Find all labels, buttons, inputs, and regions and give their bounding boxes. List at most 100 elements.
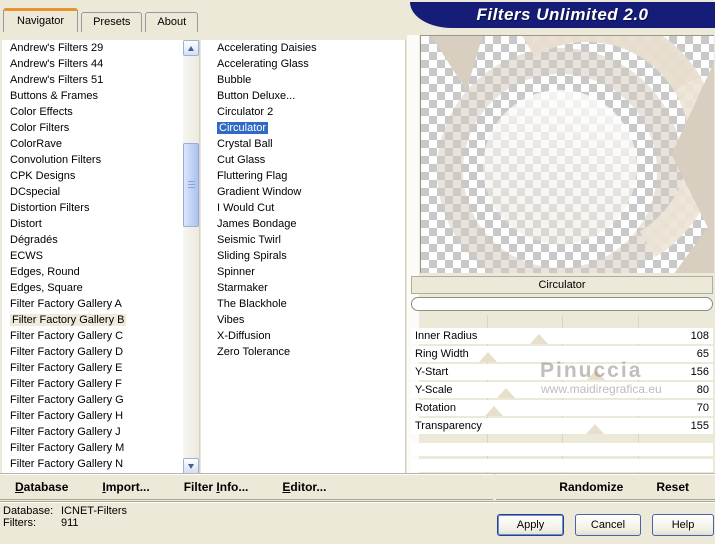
category-item[interactable]: Filter Factory Gallery E xyxy=(2,360,199,376)
filter-item-label: X-Diffusion xyxy=(217,330,271,342)
filter-item[interactable]: Bubble xyxy=(201,72,405,88)
category-item[interactable]: Filter Factory Gallery N xyxy=(2,456,199,472)
filter-item[interactable]: Gradient Window xyxy=(201,184,405,200)
category-item-label: Buttons & Frames xyxy=(10,90,99,102)
filter-item[interactable]: Circulator xyxy=(201,120,405,136)
status-row: Database: ICNET-Filters xyxy=(3,505,127,517)
scrollbar-thumb[interactable] xyxy=(183,143,199,227)
slider-inner-radius[interactable]: Inner Radius 108 xyxy=(411,328,713,344)
category-item[interactable]: DCspecial xyxy=(2,184,199,200)
category-item[interactable]: Edges, Round xyxy=(2,264,199,280)
filter-item-label: Bubble xyxy=(217,74,252,86)
filter-item-label: Gradient Window xyxy=(217,186,302,198)
scroll-up-button[interactable] xyxy=(183,40,199,56)
category-item-label: Filter Factory Gallery B xyxy=(10,314,127,326)
slider-thumb[interactable] xyxy=(478,352,497,362)
toolbar-editor[interactable]: Editor... xyxy=(282,480,326,494)
filter-item[interactable]: Fluttering Flag xyxy=(201,168,405,184)
category-item[interactable]: CPK Designs xyxy=(2,168,199,184)
category-item[interactable]: Andrew's Filters 29 xyxy=(2,40,199,56)
category-item-label: Andrew's Filters 51 xyxy=(10,74,104,86)
category-item-label: Convolution Filters xyxy=(10,154,102,166)
slider-thumb[interactable] xyxy=(585,424,604,434)
filter-item[interactable]: I Would Cut xyxy=(201,200,405,216)
selected-filter-header: Circulator xyxy=(411,276,713,294)
filter-item[interactable]: Cut Glass xyxy=(201,152,405,168)
category-item[interactable]: ECWS xyxy=(2,248,199,264)
category-item[interactable]: Filter Factory Gallery D xyxy=(2,344,199,360)
toolbar-filter-info[interactable]: Filter Info... xyxy=(184,480,249,494)
slider-empty-row xyxy=(411,459,713,472)
slider-transparency[interactable]: Transparency 155 xyxy=(411,418,713,434)
filter-item-label: James Bondage xyxy=(217,218,297,230)
slider-rotation[interactable]: Rotation 70 xyxy=(411,400,713,416)
slider-thumb[interactable] xyxy=(484,406,503,416)
filter-item[interactable]: Crystal Ball xyxy=(201,136,405,152)
category-listbox[interactable]: Andrew's Filters 29 Andrew's Filters 44 An… xyxy=(2,40,200,474)
category-item[interactable]: Buttons & Frames xyxy=(2,88,199,104)
filter-item[interactable]: X-Diffusion xyxy=(201,328,405,344)
filter-item[interactable]: Spinner xyxy=(201,264,405,280)
filter-item[interactable]: Starmaker xyxy=(201,280,405,296)
category-item[interactable]: Filter Factory Gallery A xyxy=(2,296,199,312)
slider-label: Y-Scale xyxy=(415,384,453,396)
filter-item[interactable]: Sliding Spirals xyxy=(201,248,405,264)
apply-button[interactable]: Apply xyxy=(497,514,564,536)
preview-image xyxy=(420,35,714,273)
toolbar-randomize[interactable]: Randomize xyxy=(559,480,623,494)
filter-item-label: The Blackhole xyxy=(217,298,287,310)
category-item-label: Edges, Square xyxy=(10,282,83,294)
slider-thumb[interactable] xyxy=(529,334,548,344)
tab-presets[interactable]: Presets xyxy=(81,12,143,32)
category-item[interactable]: Filter Factory Gallery G xyxy=(2,392,199,408)
filter-item[interactable]: Circulator 2 xyxy=(201,104,405,120)
help-button[interactable]: Help xyxy=(652,514,714,536)
category-item[interactable]: Edges, Square xyxy=(2,280,199,296)
category-item[interactable]: Distort xyxy=(2,216,199,232)
filter-item[interactable]: Accelerating Daisies xyxy=(201,40,405,56)
category-item[interactable]: Filter Factory Gallery J xyxy=(2,424,199,440)
category-item[interactable]: Filter Factory Gallery H xyxy=(2,408,199,424)
filter-item-label: Accelerating Glass xyxy=(217,58,309,70)
category-item[interactable]: ColorRave xyxy=(2,136,199,152)
category-item[interactable]: Andrew's Filters 44 xyxy=(2,56,199,72)
filter-item[interactable]: Button Deluxe... xyxy=(201,88,405,104)
tab-navigator[interactable]: Navigator xyxy=(3,8,79,32)
filter-listbox[interactable]: Accelerating Daisies Accelerating Glass Bu… xyxy=(201,40,406,474)
category-item[interactable]: Dégradés xyxy=(2,232,199,248)
filter-item-label: Cut Glass xyxy=(217,154,266,166)
filter-item[interactable]: Vibes xyxy=(201,312,405,328)
category-item[interactable]: Filter Factory Gallery F xyxy=(2,376,199,392)
divider xyxy=(0,502,715,503)
status-label: Filters: xyxy=(3,517,36,529)
category-item[interactable]: Distortion Filters xyxy=(2,200,199,216)
status-area: Database: ICNET-Filters Filters: 911 xyxy=(3,505,127,529)
tab-about[interactable]: About xyxy=(145,12,199,32)
cancel-button[interactable]: Cancel xyxy=(575,514,641,536)
category-scrollbar[interactable] xyxy=(183,40,199,474)
category-item[interactable]: Filter Factory Gallery M xyxy=(2,440,199,456)
slider-thumb[interactable] xyxy=(496,388,515,398)
category-item[interactable]: Color Filters xyxy=(2,120,199,136)
filter-item[interactable]: The Blackhole xyxy=(201,296,405,312)
category-item[interactable]: Filter Factory Gallery B xyxy=(2,312,199,328)
toolbar-import[interactable]: Import... xyxy=(102,480,149,494)
filter-item-label: Button Deluxe... xyxy=(217,90,296,102)
filter-item[interactable]: Accelerating Glass xyxy=(201,56,405,72)
category-item[interactable]: Filter Factory Gallery C xyxy=(2,328,199,344)
category-item[interactable]: Convolution Filters xyxy=(2,152,199,168)
scroll-down-button[interactable] xyxy=(183,458,199,474)
category-item[interactable]: Andrew's Filters 51 xyxy=(2,72,199,88)
category-item-label: Filter Factory Gallery G xyxy=(10,394,124,406)
filter-item[interactable]: Seismic Twirl xyxy=(201,232,405,248)
category-item-label: Dégradés xyxy=(10,234,58,246)
filter-item-label: Vibes xyxy=(217,314,245,326)
category-item[interactable]: Color Effects xyxy=(2,104,199,120)
toolbar-reset[interactable]: Reset xyxy=(656,480,689,494)
slider-label: Transparency xyxy=(415,420,482,432)
slider-label: Inner Radius xyxy=(415,330,478,342)
toolbar-database[interactable]: Database xyxy=(15,480,68,494)
filter-item[interactable]: James Bondage xyxy=(201,216,405,232)
category-item-label: Color Filters xyxy=(10,122,70,134)
filter-item[interactable]: Zero Tolerance xyxy=(201,344,405,360)
